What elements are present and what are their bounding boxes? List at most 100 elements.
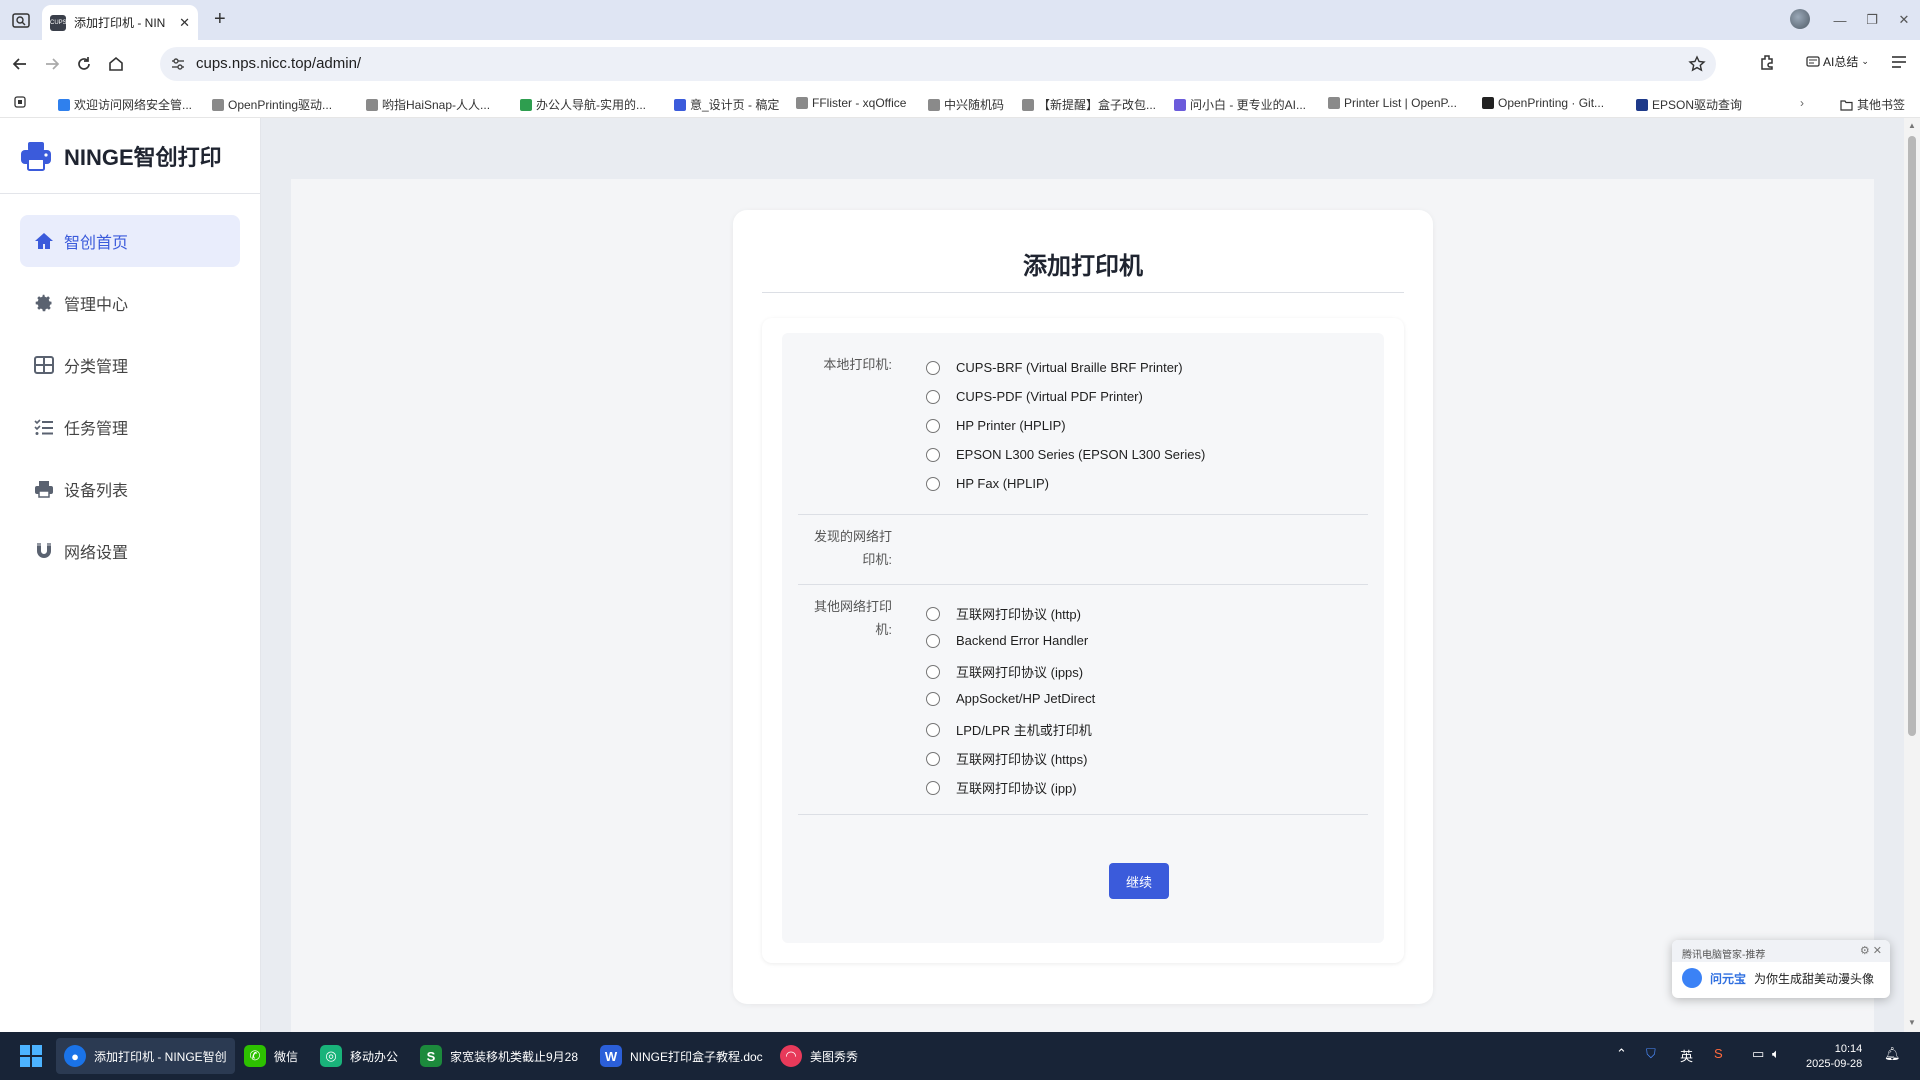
radio-button[interactable]: [926, 722, 940, 737]
sidebar-item-categories[interactable]: 分类管理: [20, 339, 240, 391]
radio-button[interactable]: [926, 389, 940, 404]
network-icon[interactable]: ▭: [1752, 1046, 1764, 1062]
bookmark-item[interactable]: 办公人导航-实用的...: [520, 96, 646, 113]
bookmark-item[interactable]: 问小白 - 更专业的AI...: [1174, 96, 1306, 113]
clock-time: 10:14: [1834, 1043, 1863, 1055]
more-bookmarks-chevron-icon[interactable]: ›: [1800, 96, 1804, 110]
toast-body[interactable]: 问元宝 为你生成甜美动漫头像: [1672, 962, 1890, 994]
browser-toolbar: cups.nps.nicc.top/admin/ AI总结 ⌄: [0, 40, 1920, 88]
radio-button[interactable]: [926, 447, 940, 462]
profile-avatar[interactable]: [1790, 9, 1810, 29]
sidebar-item-management[interactable]: 管理中心: [20, 277, 240, 329]
scroll-up-icon[interactable]: ▲: [1908, 121, 1916, 130]
taskbar-app-spreadsheet[interactable]: S 家宽装移机类截止9月28: [412, 1038, 586, 1074]
restore-icon[interactable]: ❐: [1856, 0, 1888, 40]
taskbar-app-meitu[interactable]: ◠ 美图秀秀: [772, 1038, 866, 1074]
url-text[interactable]: cups.nps.nicc.top/admin/: [196, 55, 361, 72]
toast-brand: 问元宝: [1710, 971, 1747, 986]
radio-button[interactable]: [926, 476, 940, 491]
printer-option[interactable]: 互联网打印协议 (ipp): [926, 778, 1077, 797]
radio-button[interactable]: [926, 418, 940, 433]
address-bar[interactable]: cups.nps.nicc.top/admin/: [160, 47, 1716, 81]
minimize-icon[interactable]: —: [1824, 0, 1856, 40]
taskbar-app-word[interactable]: W NINGE打印盒子教程.doc: [592, 1038, 771, 1074]
bookmark-item[interactable]: 意_设计页 - 稿定: [674, 96, 779, 113]
sidebar-item-network[interactable]: 网络设置: [20, 525, 240, 577]
radio-button[interactable]: [926, 606, 940, 621]
printer-option[interactable]: 互联网打印协议 (http): [926, 604, 1081, 623]
radio-button[interactable]: [926, 780, 940, 795]
close-window-icon[interactable]: ✕: [1888, 0, 1920, 40]
bookmark-item[interactable]: 欢迎访问网络安全管...: [58, 96, 192, 113]
taskbar-app-browser[interactable]: ● 添加打印机 - NINGE智创: [56, 1038, 235, 1074]
windows-start-icon[interactable]: [20, 1045, 42, 1067]
printer-option[interactable]: HP Printer (HPLIP): [926, 418, 1066, 433]
radio-button[interactable]: [926, 633, 940, 648]
taskbar-app-wechat[interactable]: ✆ 微信: [236, 1038, 306, 1074]
browser-menu-icon[interactable]: [1890, 53, 1908, 74]
radio-button[interactable]: [926, 664, 940, 679]
extensions-icon[interactable]: [1758, 52, 1778, 75]
printer-option[interactable]: CUPS-PDF (Virtual PDF Printer): [926, 389, 1143, 404]
sidebar-item-tasks[interactable]: 任务管理: [20, 401, 240, 453]
continue-button[interactable]: 继续: [1109, 863, 1169, 899]
ime-indicator[interactable]: 英: [1680, 1046, 1693, 1065]
printer-option[interactable]: EPSON L300 Series (EPSON L300 Series): [926, 447, 1205, 462]
tab-search-icon[interactable]: [10, 10, 32, 32]
bookmark-item[interactable]: 【新提醒】盒子改包...: [1022, 96, 1156, 113]
sidebar-item-home[interactable]: 智创首页: [20, 215, 240, 267]
radio-button[interactable]: [926, 751, 940, 766]
app-logo[interactable]: NINGE智创打印: [20, 140, 222, 172]
apps-icon[interactable]: [14, 96, 26, 108]
printer-option[interactable]: LPD/LPR 主机或打印机: [926, 720, 1092, 739]
volume-icon[interactable]: 🔈︎: [1772, 1046, 1780, 1062]
radio-button[interactable]: [926, 691, 940, 706]
new-tab-icon[interactable]: +: [214, 9, 226, 29]
ai-summary-button[interactable]: AI总结 ⌄: [1806, 53, 1869, 70]
printer-option[interactable]: 互联网打印协议 (https): [926, 749, 1087, 768]
reload-icon[interactable]: [72, 52, 96, 76]
bookmark-item[interactable]: EPSON驱动查询: [1636, 96, 1742, 113]
tray-chevron-up-icon[interactable]: ⌃: [1616, 1046, 1627, 1062]
bookmarks-bar: 欢迎访问网络安全管... OpenPrinting驱动... 哟指HaiSnap…: [0, 88, 1920, 118]
security-shield-icon[interactable]: ⛉: [1646, 1046, 1656, 1062]
printer-option[interactable]: 互联网打印协议 (ipps): [926, 662, 1083, 681]
active-tab[interactable]: CUPS 添加打印机 - NIN ✕: [42, 5, 198, 40]
bookmark-item[interactable]: 中兴随机码: [928, 96, 1004, 113]
spreadsheet-icon: S: [420, 1045, 442, 1067]
sogou-ime-icon[interactable]: S: [1714, 1046, 1723, 1061]
bookmark-item[interactable]: OpenPrinting · Git...: [1482, 96, 1604, 110]
printer-option[interactable]: CUPS-BRF (Virtual Braille BRF Printer): [926, 360, 1183, 375]
bookmark-favicon-icon: [928, 98, 940, 111]
notification-bell-icon[interactable]: 🔔︎: [1884, 1046, 1901, 1062]
meitu-icon: ◠: [780, 1045, 802, 1067]
other-bookmarks[interactable]: 其他书签: [1840, 96, 1905, 113]
bookmark-item[interactable]: FFlister - xqOffice: [796, 96, 906, 110]
back-icon[interactable]: [8, 52, 32, 76]
printer-option[interactable]: Backend Error Handler: [926, 633, 1088, 648]
sidebar-item-devices[interactable]: 设备列表: [20, 463, 240, 515]
taskbar-app-mobile-office[interactable]: ◎ 移动办公: [312, 1038, 406, 1074]
add-printer-card: 添加打印机 本地打印机: CUPS-BRF (Virtual Braille B…: [733, 210, 1433, 1004]
bookmark-star-icon[interactable]: [1688, 55, 1706, 76]
forward-icon[interactable]: [40, 52, 64, 76]
radio-button[interactable]: [926, 360, 940, 375]
window-controls: — ❐ ✕: [1824, 0, 1920, 40]
site-info-icon[interactable]: [170, 56, 186, 75]
scroll-down-icon[interactable]: ▼: [1908, 1018, 1916, 1027]
local-printers-label: 本地打印机:: [823, 357, 892, 372]
bookmark-item[interactable]: 哟指HaiSnap-人人...: [366, 96, 490, 113]
notification-toast[interactable]: 腾讯电脑管家-推荐 ⚙ ✕ 问元宝 为你生成甜美动漫头像: [1672, 940, 1890, 998]
home-button-icon[interactable]: [104, 52, 128, 76]
scrollbar-thumb[interactable]: [1908, 136, 1916, 736]
sidebar: NINGE智创打印 智创首页 管理中心 分类管理 任务管理 设备列表 网络设置: [0, 118, 261, 1032]
printer-option[interactable]: AppSocket/HP JetDirect: [926, 691, 1095, 706]
printer-option[interactable]: HP Fax (HPLIP): [926, 476, 1049, 491]
toast-close-icon[interactable]: ⚙ ✕: [1860, 944, 1882, 957]
system-clock[interactable]: 10:14 2025-09-28: [1806, 1042, 1862, 1072]
page-scrollbar[interactable]: ▲ ▼: [1904, 118, 1920, 1032]
bookmark-favicon-icon: [1636, 98, 1648, 111]
close-tab-icon[interactable]: ✕: [179, 15, 190, 31]
bookmark-item[interactable]: Printer List | OpenP...: [1328, 96, 1457, 110]
bookmark-item[interactable]: OpenPrinting驱动...: [212, 96, 332, 113]
